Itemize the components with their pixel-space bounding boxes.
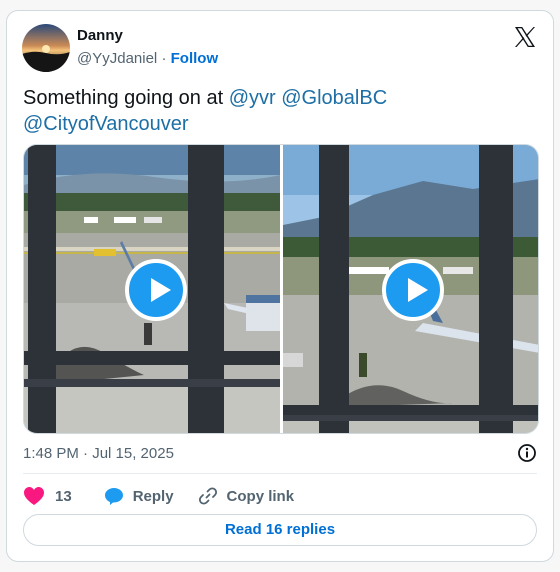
heart-icon xyxy=(24,487,44,505)
follow-button[interactable]: Follow xyxy=(171,50,219,67)
mention-link[interactable]: @GlobalBC xyxy=(281,87,387,109)
timestamp[interactable]: 1:48 PM · Jul 15, 2025 xyxy=(23,445,174,462)
x-logo-icon[interactable] xyxy=(513,25,537,49)
like-count: 13 xyxy=(55,487,72,505)
separator: · xyxy=(161,50,167,67)
action-bar: 13 Reply Copy link xyxy=(23,485,294,507)
divider xyxy=(23,473,537,474)
read-replies-button[interactable]: Read 16 replies xyxy=(23,514,537,546)
play-icon[interactable] xyxy=(125,259,187,321)
mention-link[interactable]: @CityofVancouver xyxy=(23,113,189,135)
play-icon[interactable] xyxy=(382,259,444,321)
link-icon xyxy=(198,487,217,505)
copy-link-button[interactable]: Copy link xyxy=(198,486,295,506)
author-handle[interactable]: @YyJdaniel xyxy=(77,50,157,67)
reply-label: Reply xyxy=(132,487,174,505)
media-container xyxy=(23,144,539,434)
author-name[interactable]: Danny xyxy=(77,27,123,44)
author-handle-line: @YyJdaniel · Follow xyxy=(77,50,218,67)
mention-link[interactable]: @yvr xyxy=(229,87,276,109)
tweet-embed-card: Danny @YyJdaniel · Follow Something goin… xyxy=(6,10,554,562)
reply-bubble-icon xyxy=(104,488,123,505)
tweet-text: Something going on at @yvr @GlobalBC @Cit… xyxy=(23,85,423,137)
tweet-text-body: Something going on at xyxy=(23,87,229,109)
copy-link-label: Copy link xyxy=(226,487,295,505)
like-button[interactable]: 13 xyxy=(23,486,72,506)
avatar[interactable] xyxy=(22,24,70,72)
info-icon[interactable] xyxy=(517,443,537,463)
reply-button[interactable]: Reply xyxy=(104,486,174,506)
